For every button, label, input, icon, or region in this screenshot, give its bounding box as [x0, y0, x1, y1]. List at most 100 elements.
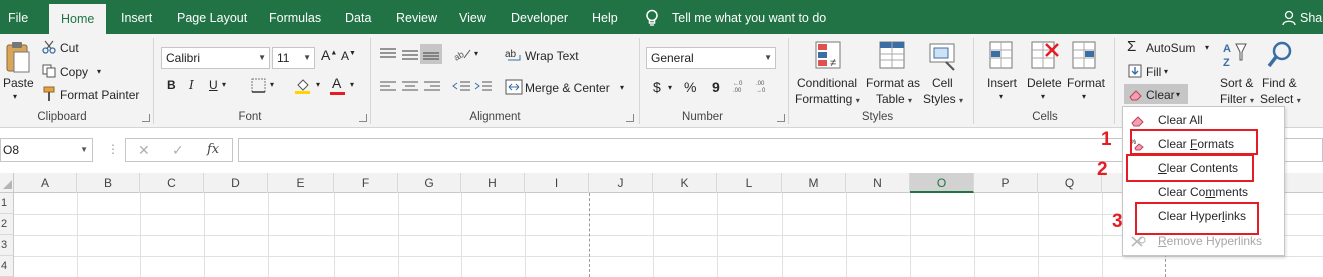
- user-name[interactable]: Shar: [1300, 0, 1323, 37]
- cell-styles-label-2[interactable]: Styles ▾: [923, 92, 963, 106]
- menu-item-clear-comments[interactable]: Clear Comments: [1123, 180, 1284, 204]
- sort-filter-label-1[interactable]: Sort &: [1220, 76, 1253, 90]
- find-select-label-1[interactable]: Find &: [1262, 76, 1297, 90]
- alignment-dialog-launcher[interactable]: [626, 114, 634, 122]
- column-header-k[interactable]: K: [653, 173, 717, 193]
- number-dialog-launcher[interactable]: [777, 114, 785, 122]
- align-bottom-icon[interactable]: [421, 46, 441, 62]
- number-format-select[interactable]: General ▼: [646, 47, 776, 69]
- tab-review[interactable]: Review: [390, 0, 443, 34]
- user-icon[interactable]: [1282, 10, 1296, 26]
- column-header-f[interactable]: F: [334, 173, 398, 193]
- formula-bar-splitter[interactable]: ⋮: [107, 142, 119, 156]
- align-middle-icon[interactable]: [400, 46, 420, 62]
- tab-home[interactable]: Home: [49, 4, 107, 34]
- format-dropdown-caret[interactable]: ▾: [1082, 92, 1086, 101]
- font-family-select[interactable]: Calibri ▼: [161, 47, 270, 69]
- cancel-icon[interactable]: ✕: [138, 138, 150, 162]
- tab-view[interactable]: View: [453, 0, 492, 34]
- clipboard-dialog-launcher[interactable]: [142, 114, 150, 122]
- paste-icon[interactable]: [5, 40, 31, 76]
- column-header-g[interactable]: G: [398, 173, 461, 193]
- fill-button[interactable]: Fill: [1146, 65, 1161, 79]
- underline-button[interactable]: U: [209, 78, 218, 92]
- format-as-table-label-1[interactable]: Format as: [866, 76, 920, 90]
- column-header-i[interactable]: I: [525, 173, 589, 193]
- column-header-h[interactable]: H: [461, 173, 525, 193]
- delete-cells-button[interactable]: Delete: [1027, 76, 1062, 90]
- bold-button[interactable]: B: [167, 78, 176, 92]
- column-header-m[interactable]: M: [782, 173, 846, 193]
- orientation-icon[interactable]: ab: [452, 46, 472, 62]
- paste-dropdown-caret[interactable]: ▾: [13, 92, 17, 101]
- format-as-table-label-2[interactable]: Table ▾: [876, 92, 912, 106]
- find-select-label-2[interactable]: Select ▾: [1260, 92, 1301, 106]
- currency-button[interactable]: $: [653, 79, 661, 95]
- decrease-indent-icon[interactable]: [452, 80, 472, 94]
- font-dialog-launcher[interactable]: [359, 114, 367, 122]
- align-top-icon[interactable]: [378, 46, 398, 62]
- align-left-icon[interactable]: [378, 80, 398, 94]
- delete-dropdown-caret[interactable]: ▾: [1041, 92, 1045, 101]
- increase-indent-icon[interactable]: [474, 80, 494, 94]
- enter-icon[interactable]: ✓: [172, 138, 184, 162]
- cut-button[interactable]: Cut: [60, 41, 79, 55]
- decrease-font-icon[interactable]: A▼: [341, 49, 356, 63]
- conditional-formatting-label-1[interactable]: Conditional: [797, 76, 857, 90]
- borders-icon[interactable]: [251, 78, 266, 93]
- column-header-d[interactable]: D: [204, 173, 268, 193]
- orientation-dropdown-caret[interactable]: ▾: [474, 49, 478, 58]
- align-center-icon[interactable]: [400, 80, 420, 94]
- column-header-e[interactable]: E: [268, 173, 334, 193]
- merge-center-button[interactable]: Merge & Center: [525, 81, 610, 95]
- row-header-4[interactable]: 4: [0, 256, 14, 277]
- clear-dropdown-caret[interactable]: ▾: [1176, 90, 1180, 99]
- cell-styles-label-1[interactable]: Cell: [932, 76, 953, 90]
- font-color-button[interactable]: A: [332, 75, 341, 91]
- format-painter-button[interactable]: Format Painter: [60, 88, 139, 102]
- percent-button[interactable]: %: [684, 79, 696, 95]
- fill-dropdown-caret[interactable]: ▾: [1164, 67, 1168, 76]
- tab-formulas[interactable]: Formulas: [263, 0, 327, 34]
- currency-dropdown-caret[interactable]: ▾: [668, 83, 672, 92]
- column-header-q[interactable]: Q: [1038, 173, 1102, 193]
- tab-help[interactable]: Help: [586, 0, 624, 34]
- autosum-dropdown-caret[interactable]: ▾: [1205, 43, 1209, 52]
- insert-cells-button[interactable]: Insert: [987, 76, 1017, 90]
- increase-font-icon[interactable]: A▲: [321, 47, 337, 63]
- wrap-text-button[interactable]: Wrap Text: [525, 49, 579, 63]
- column-header-n[interactable]: N: [846, 173, 910, 193]
- paste-button-label[interactable]: Paste: [3, 76, 34, 90]
- tab-page-layout[interactable]: Page Layout: [171, 0, 253, 34]
- decrease-decimal-icon[interactable]: .00→0: [754, 78, 772, 94]
- column-header-b[interactable]: B: [77, 173, 140, 193]
- select-all-corner[interactable]: [0, 173, 14, 193]
- clear-button-label[interactable]: Clear: [1146, 88, 1175, 102]
- tab-data[interactable]: Data: [339, 0, 377, 34]
- tell-me-search[interactable]: Tell me what you want to do: [672, 0, 826, 37]
- comma-style-button[interactable]: 9: [712, 79, 720, 95]
- tab-developer[interactable]: Developer: [505, 0, 574, 34]
- conditional-formatting-label-2[interactable]: Formatting ▾: [795, 92, 860, 106]
- increase-decimal-icon[interactable]: ←0.00: [731, 78, 749, 94]
- underline-dropdown-caret[interactable]: ▾: [222, 80, 226, 89]
- column-header-j[interactable]: J: [589, 173, 653, 193]
- format-cells-button[interactable]: Format: [1067, 76, 1105, 90]
- tab-file[interactable]: File: [2, 0, 34, 34]
- autosum-button[interactable]: AutoSum: [1146, 41, 1195, 55]
- borders-dropdown-caret[interactable]: ▾: [270, 80, 274, 89]
- row-header-1[interactable]: 1: [0, 193, 14, 214]
- row-header-3[interactable]: 3: [0, 235, 14, 256]
- column-header-p[interactable]: P: [974, 173, 1038, 193]
- fill-color-dropdown-caret[interactable]: ▾: [316, 80, 320, 89]
- tab-insert[interactable]: Insert: [115, 0, 158, 34]
- copy-dropdown-caret[interactable]: ▾: [97, 67, 101, 76]
- name-box[interactable]: O8 ▼: [0, 138, 93, 162]
- merge-dropdown-caret[interactable]: ▾: [620, 83, 624, 92]
- font-size-select[interactable]: 11 ▼: [272, 47, 315, 69]
- insert-function-icon[interactable]: fx: [207, 138, 219, 162]
- align-right-icon[interactable]: [422, 80, 442, 94]
- row-header-2[interactable]: 2: [0, 214, 14, 235]
- column-header-c[interactable]: C: [140, 173, 204, 193]
- sort-filter-label-2[interactable]: Filter ▾: [1220, 92, 1254, 106]
